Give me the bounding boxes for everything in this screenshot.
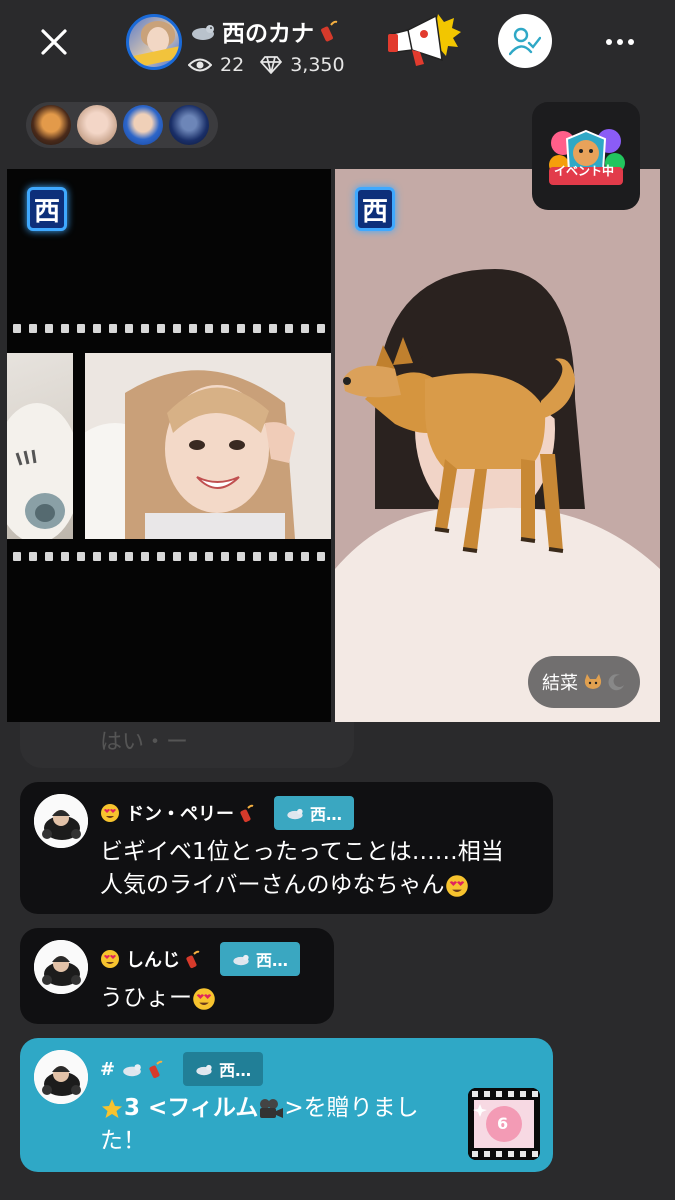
host-avatar[interactable] bbox=[126, 14, 182, 70]
more-button[interactable] bbox=[600, 28, 640, 56]
stats-row: 22 3,350 bbox=[188, 54, 345, 76]
film-perforation-bottom bbox=[7, 549, 331, 563]
viewer-avatar[interactable] bbox=[123, 105, 163, 145]
seal-icon bbox=[192, 25, 214, 40]
moon-icon bbox=[608, 674, 624, 691]
fan-badge-label: 西… bbox=[256, 951, 289, 970]
close-button[interactable] bbox=[34, 22, 74, 62]
firecracker-icon bbox=[240, 804, 254, 823]
firecracker-icon bbox=[149, 1060, 163, 1079]
gift-count: 6 bbox=[497, 1114, 509, 1133]
film-perforation-top bbox=[7, 321, 331, 335]
fan-badge: 西… bbox=[220, 942, 301, 976]
chat-message-text: うひょー bbox=[100, 982, 216, 1015]
gift-message[interactable]: # 西… 3 <フィルム >を贈りまし た！ 6 bbox=[20, 1038, 553, 1172]
more-dot-icon bbox=[617, 39, 623, 45]
chat-message[interactable]: ドン・ペリー 西… ビギイベ1位とったってことは……相当 人気のライバーさんのゆ… bbox=[20, 782, 553, 914]
event-badge-button[interactable]: イベント中 bbox=[532, 102, 640, 210]
gift-text-part: 3 <フィルム bbox=[124, 1095, 259, 1121]
viewer-avatar-list[interactable] bbox=[26, 102, 218, 148]
firecracker-icon bbox=[321, 20, 338, 42]
guest-name-tag[interactable]: 結菜 bbox=[528, 656, 640, 708]
host-video-pane[interactable]: 西 bbox=[7, 169, 331, 722]
gift-text-part: >を贈りまし bbox=[284, 1095, 419, 1121]
chat-username: ドン・ペリー bbox=[126, 804, 234, 825]
film-photo-plush bbox=[7, 353, 73, 539]
guest-video-pane[interactable]: 西 結菜 bbox=[335, 169, 660, 722]
film-photo-portrait bbox=[85, 353, 331, 539]
seal-icon bbox=[233, 954, 249, 966]
heart-eyes-icon bbox=[193, 987, 215, 1010]
user-check-icon bbox=[509, 27, 541, 56]
event-mascot-icon bbox=[549, 129, 625, 185]
viewer-avatar[interactable] bbox=[31, 105, 71, 145]
chat-message-header: しんじ 西… bbox=[100, 942, 301, 976]
chat-text-line: 人気のライバーさんのゆなちゃん bbox=[100, 872, 445, 898]
cat-icon bbox=[584, 674, 602, 689]
megaphone-icon bbox=[388, 14, 461, 66]
user-avatar[interactable] bbox=[34, 1050, 88, 1104]
eye-icon bbox=[188, 58, 212, 72]
host-name[interactable]: 西のカナ bbox=[190, 14, 338, 48]
heart-eyes-icon bbox=[101, 950, 119, 968]
firecracker-icon bbox=[186, 950, 200, 969]
star-icon bbox=[102, 1098, 122, 1118]
heart-eyes-icon bbox=[101, 804, 119, 822]
header-bar: 西のカナ 22 3,350 bbox=[0, 0, 675, 90]
diamond-count: 3,350 bbox=[290, 54, 345, 76]
chat-message[interactable]: しんじ 西… うひょー bbox=[20, 928, 334, 1024]
faded-text: はい・ー bbox=[100, 730, 189, 755]
fan-badge-label: 西… bbox=[310, 805, 343, 824]
seal-icon bbox=[287, 808, 303, 820]
live-stream-screen: 西のカナ 22 3,350 イベント中 西 西 結菜 はい・ー ドン・ペリー 西… bbox=[0, 0, 675, 1200]
more-dot-icon bbox=[606, 39, 612, 45]
close-icon bbox=[41, 29, 67, 55]
chat-username: # bbox=[100, 1058, 116, 1080]
fan-badge: 西… bbox=[274, 796, 355, 830]
seal-icon bbox=[123, 1064, 141, 1077]
diamond-icon bbox=[260, 56, 283, 74]
viewer-count: 22 bbox=[220, 54, 245, 76]
heart-eyes-icon bbox=[445, 874, 468, 897]
chat-message-header: # 西… bbox=[100, 1052, 264, 1086]
viewer-avatar[interactable] bbox=[169, 105, 209, 145]
gift-thumbnail: 6 bbox=[468, 1088, 540, 1160]
gift-message-text: 3 <フィルム >を贈りまし た！ bbox=[100, 1092, 460, 1158]
more-dot-icon bbox=[628, 39, 634, 45]
film-camera-icon bbox=[260, 1098, 284, 1118]
nishi-badge: 西 bbox=[355, 187, 395, 231]
nishi-badge: 西 bbox=[27, 187, 67, 231]
user-avatar[interactable] bbox=[34, 940, 88, 994]
chat-text-line: ビギイベ1位とったってことは……相当 bbox=[100, 839, 504, 865]
chat-text-line: うひょー bbox=[100, 985, 192, 1011]
film-strip-image bbox=[7, 317, 331, 577]
megaphone-button[interactable] bbox=[386, 8, 462, 72]
chat-username: しんじ bbox=[126, 950, 180, 971]
viewer-avatar[interactable] bbox=[77, 105, 117, 145]
follow-button[interactable] bbox=[498, 14, 552, 68]
gift-text-line: た！ bbox=[100, 1128, 146, 1154]
fan-badge: 西… bbox=[183, 1052, 264, 1086]
guest-name: 結菜 bbox=[542, 673, 578, 694]
chat-message-header: ドン・ペリー 西… bbox=[100, 796, 355, 830]
host-name-text: 西のカナ bbox=[222, 21, 314, 47]
event-badge-label: イベント中 bbox=[554, 164, 615, 178]
seal-icon bbox=[196, 1064, 212, 1076]
chat-message-text: ビギイベ1位とったってことは……相当 人気のライバーさんのゆなちゃん bbox=[100, 836, 504, 902]
fan-badge-label: 西… bbox=[219, 1061, 252, 1080]
user-avatar[interactable] bbox=[34, 794, 88, 848]
guest-video-image bbox=[335, 169, 660, 722]
chat-message-faded: はい・ー bbox=[20, 722, 354, 768]
